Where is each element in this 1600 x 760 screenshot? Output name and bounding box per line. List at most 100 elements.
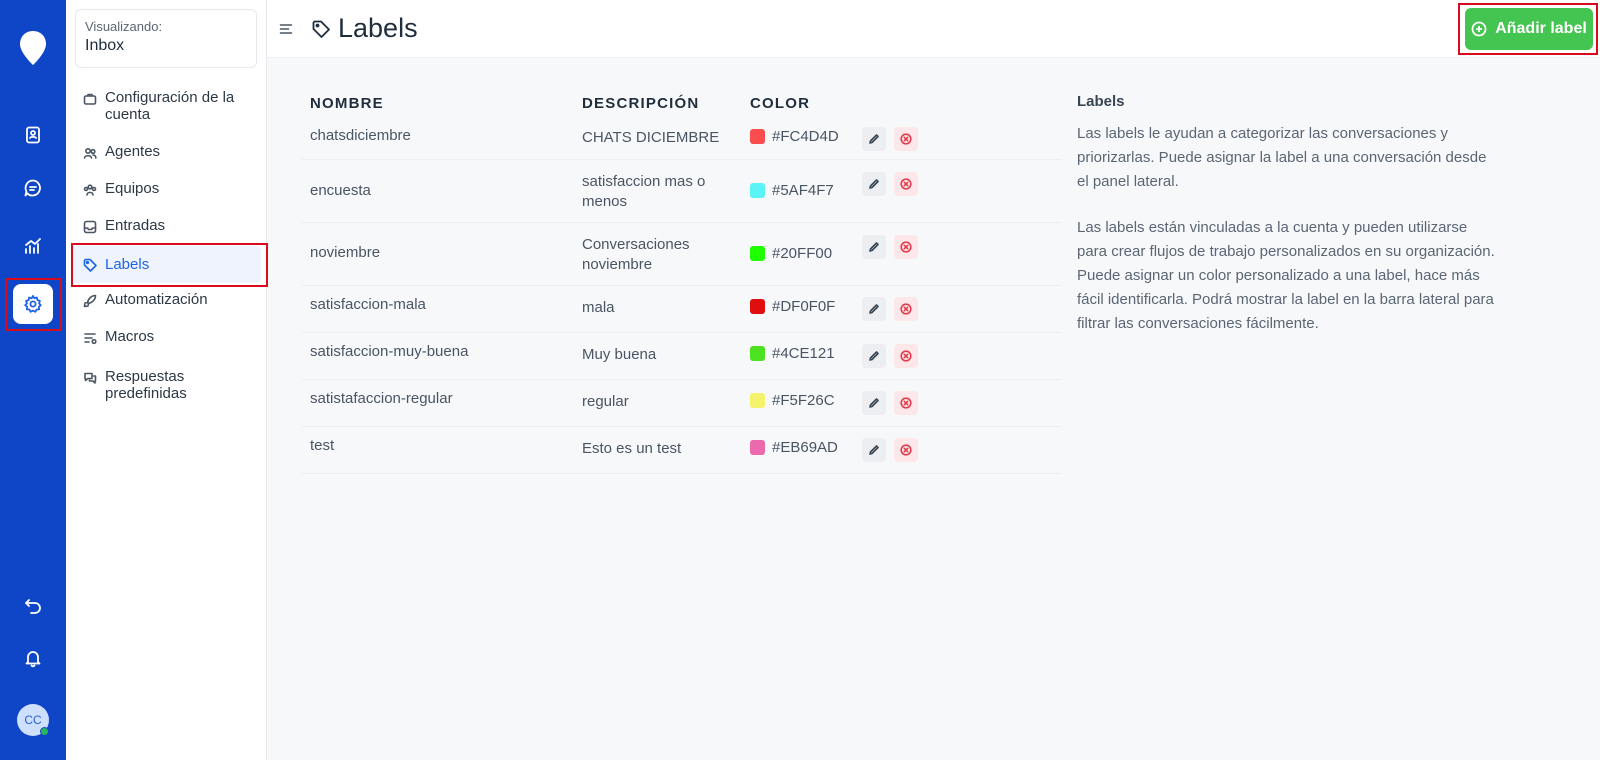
color-swatch xyxy=(750,346,765,361)
delete-label-button[interactable] xyxy=(894,438,918,462)
table-header: NOMBRE DESCRIPCIÓN COLOR xyxy=(302,88,1062,118)
chat-bubble-icon xyxy=(24,179,41,197)
close-circle-icon xyxy=(900,303,912,315)
viewing-caption: Visualizando: xyxy=(85,19,163,34)
close-circle-icon xyxy=(900,241,912,253)
label-color: #5AF4F7 xyxy=(750,182,834,199)
chat-multiple-icon xyxy=(83,371,97,385)
label-name: chatsdiciembre xyxy=(310,127,411,144)
column-header-description: DESCRIPCIÓN xyxy=(582,95,700,112)
sidebar-item-macros[interactable]: Macros xyxy=(73,328,261,345)
label-description: Conversaciones noviembre xyxy=(582,236,690,273)
sidebar-item-account-settings[interactable]: Configuración de la cuenta xyxy=(73,89,261,123)
edit-label-button[interactable] xyxy=(862,172,886,196)
label-name: satistafaccion-regular xyxy=(310,390,453,407)
rail-notifications-button[interactable] xyxy=(13,638,53,678)
highlight-labels-box xyxy=(71,243,268,287)
delete-label-button[interactable] xyxy=(894,127,918,151)
sidebar-item-label: Macros xyxy=(105,328,155,345)
delete-label-button[interactable] xyxy=(894,344,918,368)
sidebar-item-label: Entradas xyxy=(105,217,166,234)
sidebar-item-inboxes[interactable]: Entradas xyxy=(73,217,261,234)
close-circle-icon xyxy=(900,397,912,409)
info-paragraph-2: Las labels están vinculadas a la cuenta … xyxy=(1077,219,1495,332)
info-title: Labels xyxy=(1077,93,1125,110)
table-row: noviembre Conversaciones noviembre #20FF… xyxy=(302,223,1062,286)
viewing-inbox-selector[interactable]: Visualizando: Inbox xyxy=(75,9,257,68)
edit-label-button[interactable] xyxy=(862,438,886,462)
menu-toggle-icon[interactable] xyxy=(279,22,293,36)
label-color: #4CE121 xyxy=(750,345,835,362)
page-title: Labels xyxy=(338,13,418,43)
pencil-icon xyxy=(869,179,879,189)
edit-label-button[interactable] xyxy=(862,297,886,321)
table-row: satistafaccion-regular regular #F5F26C xyxy=(302,380,1062,427)
column-header-name: NOMBRE xyxy=(310,95,384,112)
sidebar-item-teams[interactable]: Equipos xyxy=(73,180,261,197)
info-paragraph-1: Las labels le ayudan a categorizar las c… xyxy=(1077,125,1487,190)
color-hex: #DF0F0F xyxy=(772,298,836,315)
table-row: satisfaccion-muy-buena Muy buena #4CE121 xyxy=(302,333,1062,380)
avatar-initials: CC xyxy=(24,713,42,727)
rail-contacts-button[interactable] xyxy=(13,115,53,155)
sidebar-item-label: Respuestas predefinidas xyxy=(105,368,187,402)
people-icon xyxy=(83,146,97,160)
online-status-dot xyxy=(40,727,49,736)
chart-line-icon xyxy=(25,238,41,254)
rail-back-button[interactable] xyxy=(13,586,53,626)
pencil-icon xyxy=(869,351,879,361)
close-circle-icon xyxy=(900,350,912,362)
label-description: Muy buena xyxy=(582,346,657,363)
sidebar-item-label: Automatización xyxy=(105,291,208,308)
color-hex: #4CE121 xyxy=(772,345,835,362)
pencil-icon xyxy=(869,242,879,252)
sidebar-item-agents[interactable]: Agentes xyxy=(73,143,261,160)
label-description: satisfaccion mas o menos xyxy=(582,173,706,210)
color-swatch xyxy=(750,440,765,455)
color-hex: #5AF4F7 xyxy=(772,182,834,199)
color-swatch xyxy=(750,129,765,144)
color-hex: #F5F26C xyxy=(772,392,835,409)
edit-label-button[interactable] xyxy=(862,235,886,259)
edit-label-button[interactable] xyxy=(862,391,886,415)
label-name: satisfaccion-muy-buena xyxy=(310,343,469,360)
color-swatch xyxy=(750,393,765,408)
label-description: regular xyxy=(582,393,629,410)
column-header-color: COLOR xyxy=(750,95,811,112)
undo-icon xyxy=(25,599,41,614)
sidebar-item-automation[interactable]: Automatización xyxy=(73,291,261,308)
rail-conversations-button[interactable] xyxy=(13,168,53,208)
highlight-settings-box xyxy=(5,278,62,331)
table-row: encuesta satisfaccion mas o menos #5AF4F… xyxy=(302,160,1062,223)
close-circle-icon xyxy=(900,133,912,145)
delete-label-button[interactable] xyxy=(894,391,918,415)
label-color: #F5F26C xyxy=(750,392,835,409)
edit-label-button[interactable] xyxy=(862,127,886,151)
highlight-add-box xyxy=(1458,3,1598,55)
team-icon xyxy=(83,183,97,197)
sidebar-item-canned-responses[interactable]: Respuestas predefinidas xyxy=(73,368,261,402)
label-name: noviembre xyxy=(310,244,381,261)
edit-label-button[interactable] xyxy=(862,344,886,368)
labels-table: NOMBRE DESCRIPCIÓN COLOR chatsdiciembre … xyxy=(302,88,1062,474)
delete-label-button[interactable] xyxy=(894,297,918,321)
delete-label-button[interactable] xyxy=(894,235,918,259)
rocket-icon xyxy=(83,294,97,308)
pencil-icon xyxy=(869,134,879,144)
viewing-value: Inbox xyxy=(85,37,125,54)
macro-icon xyxy=(83,331,97,345)
contact-book-icon xyxy=(26,126,40,144)
color-swatch xyxy=(750,246,765,261)
close-circle-icon xyxy=(900,444,912,456)
tag-icon xyxy=(311,19,331,39)
color-swatch xyxy=(750,183,765,198)
user-avatar[interactable]: CC xyxy=(17,704,49,736)
delete-label-button[interactable] xyxy=(894,172,918,196)
page-header: Labels xyxy=(267,0,1600,58)
label-name: test xyxy=(310,437,335,454)
labels-info-panel: Labels Las labels le ayudan a categoriza… xyxy=(1077,93,1497,358)
label-color: #FC4D4D xyxy=(750,128,839,145)
rail-reports-button[interactable] xyxy=(13,226,53,266)
label-name: satisfaccion-mala xyxy=(310,296,426,313)
briefcase-icon xyxy=(83,92,97,106)
